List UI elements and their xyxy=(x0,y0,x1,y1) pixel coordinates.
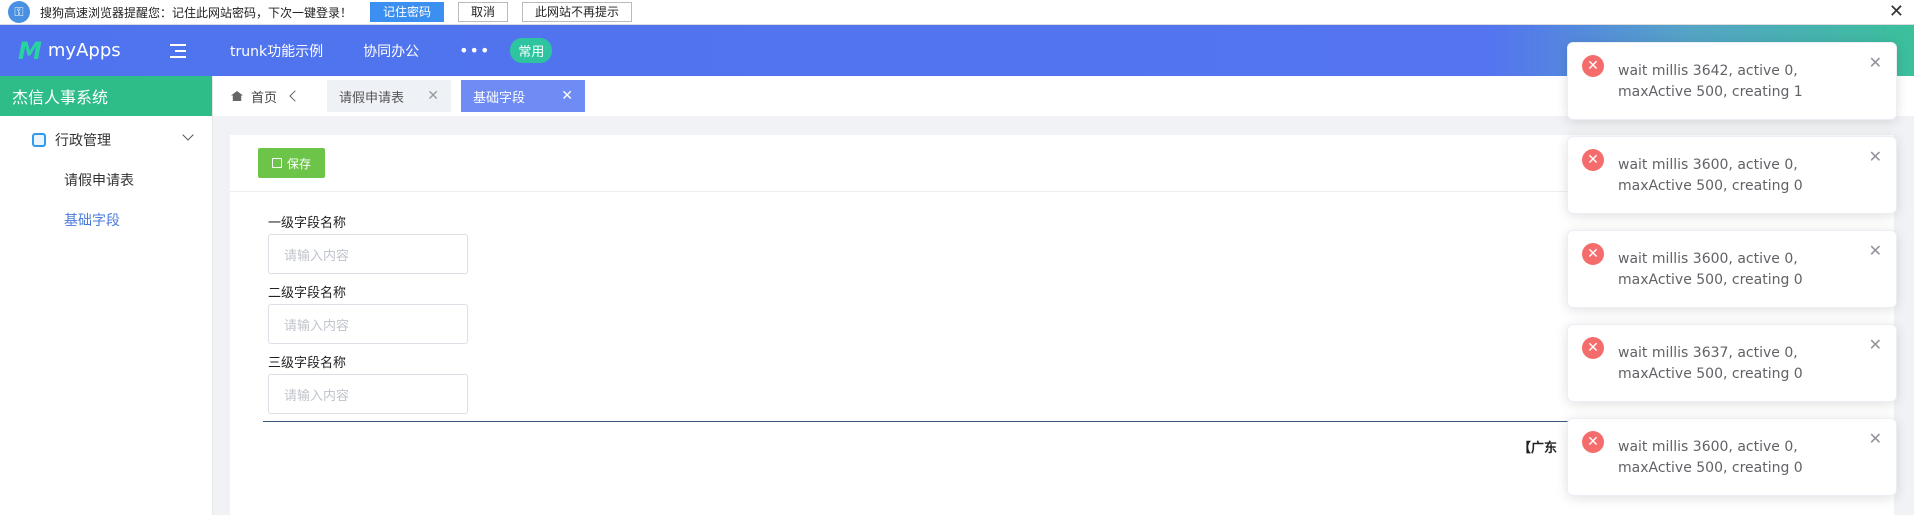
footer-text: 【广东 xyxy=(1518,441,1558,456)
error-notification: ✕ wait millis 3637, active 0, maxActive … xyxy=(1567,324,1897,402)
close-icon[interactable]: ✕ xyxy=(1869,241,1882,260)
chevron-down-icon xyxy=(182,129,194,141)
close-icon[interactable]: ✕ xyxy=(1869,53,1882,72)
error-notification: ✕ wait millis 3600, active 0, maxActive … xyxy=(1567,136,1897,214)
nav-item-collaboration[interactable]: 协同办公 xyxy=(363,41,419,61)
notification-message: wait millis 3600, active 0, maxActive 50… xyxy=(1618,439,1803,476)
app-logo[interactable]: M myApps xyxy=(18,37,170,65)
never-prompt-button[interactable]: 此网站不再提示 xyxy=(522,2,633,22)
tab-home[interactable]: 首页 xyxy=(213,76,277,116)
key-icon: ⚿ xyxy=(8,1,30,23)
error-notification: ✕ wait millis 3600, active 0, maxActive … xyxy=(1567,230,1897,308)
error-notification: ✕ wait millis 3642, active 0, maxActive … xyxy=(1567,42,1897,120)
error-notification: ✕ wait millis 3600, active 0, maxActive … xyxy=(1567,418,1897,496)
close-icon[interactable]: ✕ xyxy=(561,88,573,104)
notification-message: wait millis 3600, active 0, maxActive 50… xyxy=(1618,251,1803,288)
save-button-label: 保存 xyxy=(287,156,312,171)
error-icon: ✕ xyxy=(1582,431,1604,453)
field-input-level2[interactable]: 请输入内容 xyxy=(268,304,468,344)
notification-message: wait millis 3642, active 0, maxActive 50… xyxy=(1618,63,1803,100)
password-prompt-text: 搜狗高速浏览器提醒您：记住此网站密码，下次一键登录！ xyxy=(40,5,353,20)
sidebar: 杰信人事系统 行政管理 请假申请表 基础字段 xyxy=(0,76,213,515)
system-title: 杰信人事系统 xyxy=(0,76,212,116)
remember-password-button[interactable]: 记住密码 xyxy=(370,2,445,22)
nav-item-trunk[interactable]: trunk功能示例 xyxy=(230,41,323,61)
error-icon: ✕ xyxy=(1582,55,1604,77)
tab-basic-fields[interactable]: 基础字段 ✕ xyxy=(461,80,586,112)
field-input-level3[interactable]: 请输入内容 xyxy=(268,374,468,414)
close-icon[interactable]: ✕ xyxy=(1889,1,1904,22)
tab-label: 请假申请表 xyxy=(339,90,405,106)
error-icon: ✕ xyxy=(1582,337,1604,359)
sidebar-item-leave-request[interactable]: 请假申请表 xyxy=(0,160,212,200)
browser-password-bar: ⚿ 搜狗高速浏览器提醒您：记住此网站密码，下次一键登录！ 记住密码 取消 此网站… xyxy=(0,0,1914,25)
close-icon[interactable]: ✕ xyxy=(1869,147,1882,166)
logo-text: myApps xyxy=(47,40,121,61)
close-icon[interactable]: ✕ xyxy=(1869,429,1882,448)
cancel-button[interactable]: 取消 xyxy=(458,2,509,22)
sidebar-item-basic-fields[interactable]: 基础字段 xyxy=(0,200,212,240)
notification-message: wait millis 3600, active 0, maxActive 50… xyxy=(1618,157,1803,194)
sidebar-group-admin[interactable]: 行政管理 xyxy=(0,120,212,160)
close-icon[interactable]: ✕ xyxy=(427,88,439,104)
save-button[interactable]: 保存 xyxy=(258,148,326,178)
home-icon xyxy=(231,91,243,101)
logo-mark-icon: M xyxy=(18,36,42,65)
tab-label: 基础字段 xyxy=(473,90,526,106)
sidebar-group-label: 行政管理 xyxy=(55,133,111,149)
chevron-left-icon[interactable] xyxy=(289,90,301,102)
notification-message: wait millis 3637, active 0, maxActive 50… xyxy=(1618,345,1803,382)
more-icon[interactable]: ••• xyxy=(459,41,490,60)
error-icon: ✕ xyxy=(1582,149,1604,171)
close-icon[interactable]: ✕ xyxy=(1869,335,1882,354)
tab-home-label: 首页 xyxy=(251,90,278,106)
save-icon xyxy=(272,158,282,168)
menu-toggle-icon[interactable] xyxy=(170,43,186,58)
error-icon: ✕ xyxy=(1582,243,1604,265)
folder-icon xyxy=(32,133,46,147)
nav-item-common[interactable]: 常用 xyxy=(510,38,553,63)
tab-leave-request[interactable]: 请假申请表 ✕ xyxy=(327,80,452,112)
field-input-level1[interactable]: 请输入内容 xyxy=(268,234,468,274)
